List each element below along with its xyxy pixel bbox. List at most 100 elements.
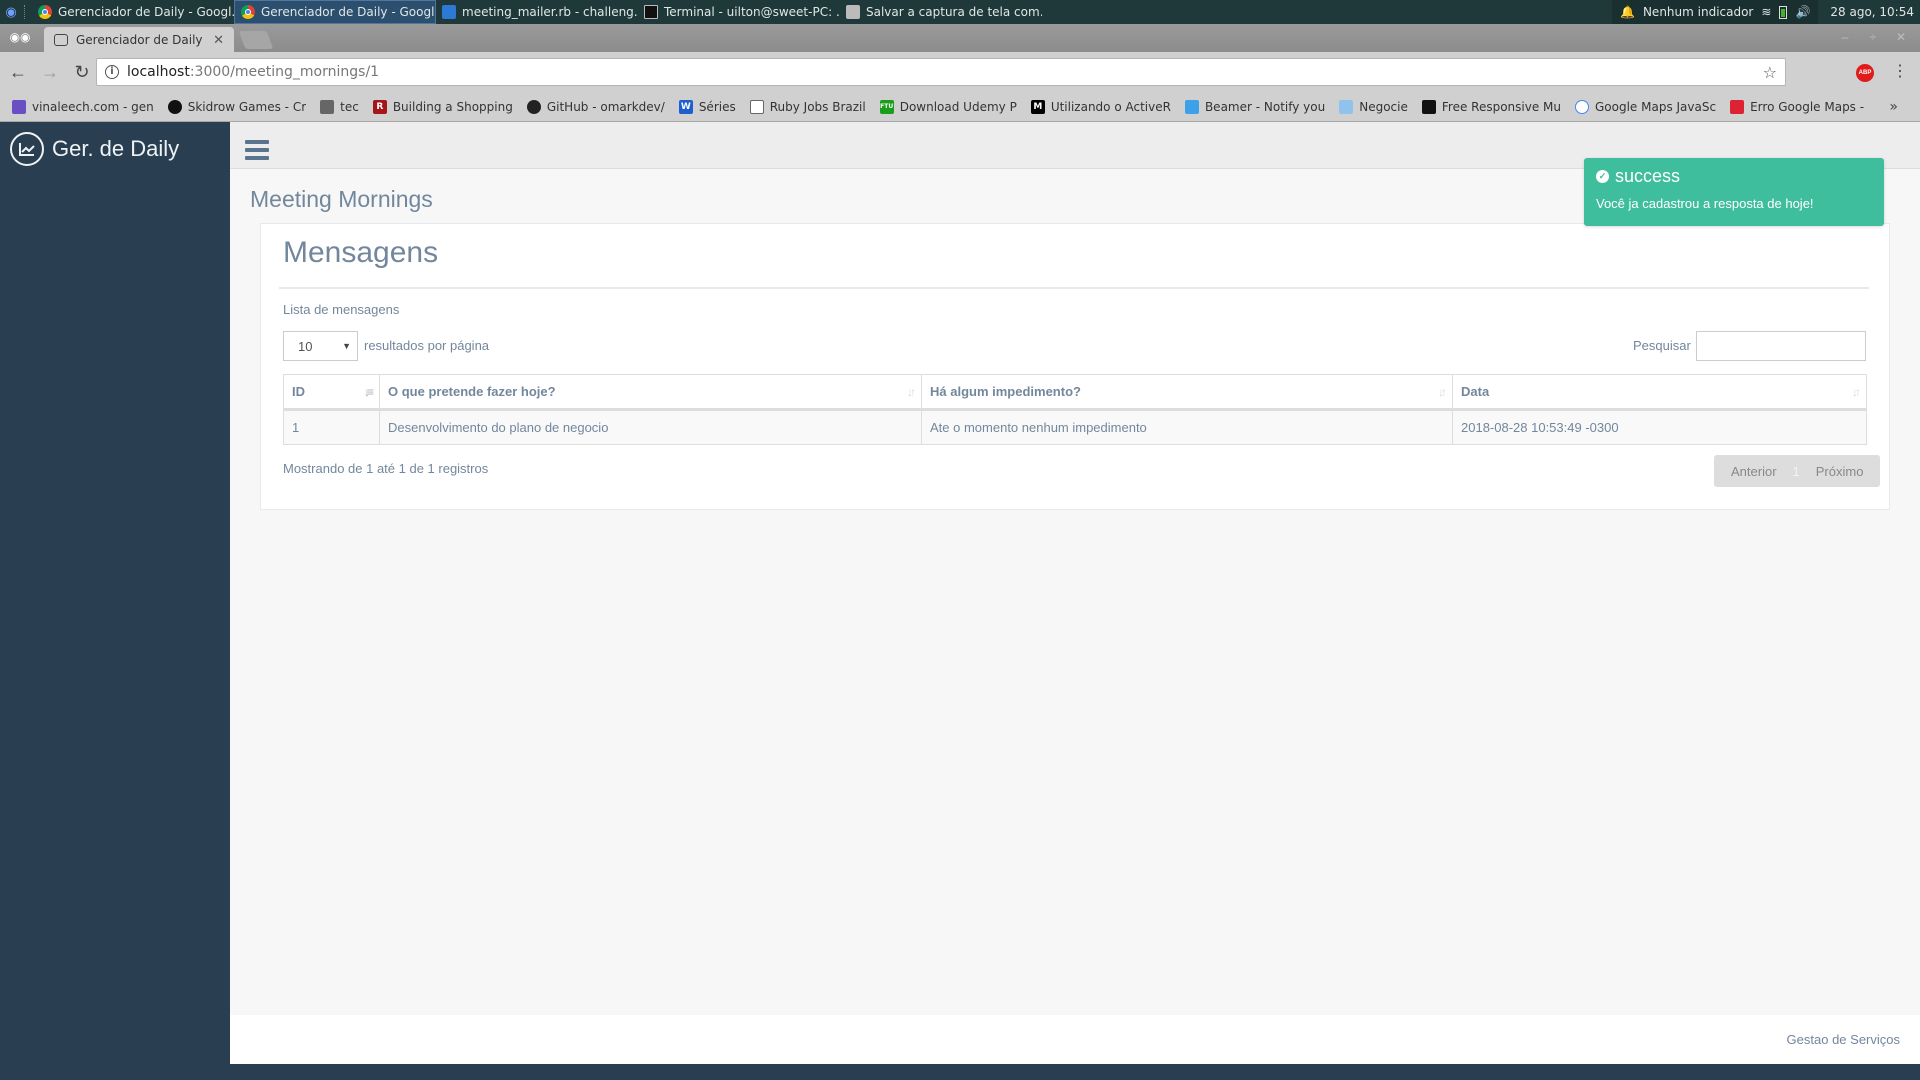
- menu-toggle-icon[interactable]: [245, 140, 269, 160]
- incognito-icon: ◉◉: [9, 30, 31, 44]
- search-label: Pesquisar: [1633, 338, 1691, 353]
- next-page-button[interactable]: Próximo: [1808, 464, 1872, 479]
- column-header-label: O que pretende fazer hoje?: [388, 384, 556, 399]
- bookmark-item[interactable]: tec: [320, 99, 359, 114]
- check-circle-icon: ✓: [1596, 170, 1609, 183]
- close-tab-icon[interactable]: ✕: [213, 33, 224, 48]
- taskbar-task-label: Gerenciador de Daily - Googl...: [58, 5, 234, 19]
- bookmark-item[interactable]: vinaleech.com - gen: [12, 99, 154, 114]
- bookmark-item[interactable]: GitHub - omarkdev/: [526, 99, 665, 114]
- more-bookmarks-button[interactable]: »: [1889, 99, 1898, 115]
- os-taskbar: ◉ Gerenciador de Daily - Googl... Gerenc…: [0, 0, 1920, 24]
- chevron-down-icon: ▼: [342, 341, 351, 351]
- bookmark-item[interactable]: Negocie: [1339, 99, 1408, 114]
- new-tab-button[interactable]: [238, 31, 274, 49]
- notification-label[interactable]: Nenhum indicador: [1643, 5, 1753, 19]
- taskbar-task[interactable]: Salvar a captura de tela com...: [840, 0, 1042, 24]
- bookmark-item[interactable]: W Séries: [678, 99, 736, 114]
- panel-title: Mensagens: [283, 236, 439, 269]
- handshake-icon: [1339, 99, 1354, 114]
- address-bar[interactable]: i localhost:3000/meeting_mornings/1 ☆: [96, 58, 1786, 86]
- brand-link[interactable]: Ger. de Daily: [10, 132, 179, 166]
- page-1-button[interactable]: 1: [1785, 464, 1808, 479]
- window-controls: – ÷ ✕: [1834, 28, 1912, 46]
- browser-tab[interactable]: Gerenciador de Daily ✕: [44, 27, 234, 53]
- sort-icon: ↓↑: [1852, 385, 1861, 399]
- taskbar-task[interactable]: Terminal - uilton@sweet-PC: ...: [638, 0, 840, 24]
- reload-button[interactable]: ↻: [68, 58, 96, 86]
- bookmark-label: Building a Shopping: [392, 99, 513, 114]
- flag-icon: [1730, 99, 1745, 114]
- bookmark-item[interactable]: Skidrow Games - Cr: [167, 99, 307, 114]
- bookmarks-bar: vinaleech.com - gen Skidrow Games - Cr tec…: [0, 92, 1920, 122]
- volume-icon[interactable]: 🔊: [1795, 5, 1810, 19]
- back-button[interactable]: ←: [4, 58, 32, 86]
- footer-text: Gestao de Serviços: [1786, 1032, 1900, 1047]
- column-header-impediment[interactable]: Há algum impedimento? ↓↑: [921, 374, 1453, 411]
- cell-plan: Desenvolvimento do plano de negocio: [379, 409, 922, 445]
- bookmark-item[interactable]: Beamer - Notify you: [1184, 99, 1326, 114]
- bookmark-label: Beamer - Notify you: [1204, 99, 1326, 114]
- sort-icon: ↓↑: [907, 385, 916, 399]
- bookmark-star-icon[interactable]: ☆: [1763, 63, 1777, 82]
- terminal-icon: [644, 5, 658, 19]
- page-length-select[interactable]: 10 ▼: [283, 331, 358, 361]
- column-header-plan[interactable]: O que pretende fazer hoje? ↓↑: [379, 374, 922, 411]
- bookmark-label: vinaleech.com - gen: [32, 99, 154, 114]
- column-header-label: ID: [292, 384, 305, 399]
- cell-date: 2018-08-28 10:53:49 -0300: [1452, 409, 1867, 445]
- url-host: localhost: [127, 64, 190, 80]
- bookmark-label: Negocie: [1359, 99, 1408, 114]
- panel-divider: [279, 287, 1869, 289]
- close-window-icon[interactable]: ✕: [1890, 28, 1912, 46]
- system-tray: 🔔 Nenhum indicador ≋ 🔊: [1612, 0, 1819, 24]
- table-row[interactable]: 1 Desenvolvimento do plano de negocio At…: [283, 409, 1867, 445]
- sidebar: Ger. de Daily: [0, 122, 230, 1080]
- site-info-icon[interactable]: i: [105, 65, 119, 79]
- bookmark-label: Skidrow Games - Cr: [187, 99, 307, 114]
- sort-icon: ↓↑: [1438, 385, 1447, 399]
- browser-menu-icon[interactable]: ⋮: [1892, 62, 1908, 82]
- sort-asc-icon: ↓≡: [363, 385, 374, 399]
- vscode-icon: [442, 5, 456, 19]
- bookmark-item[interactable]: M Utilizando o ActiveR: [1030, 99, 1171, 114]
- tab-favicon-icon: [54, 34, 68, 46]
- maximize-icon[interactable]: ÷: [1862, 28, 1884, 46]
- column-header-id[interactable]: ID ↓≡: [283, 374, 380, 411]
- app-menu-icon[interactable]: ◉: [0, 0, 22, 24]
- bookmark-item[interactable]: Google Maps JavaSc: [1575, 99, 1716, 114]
- battery-icon[interactable]: [1779, 5, 1788, 19]
- wifi-icon[interactable]: ≋: [1761, 5, 1771, 19]
- forward-button[interactable]: →: [36, 58, 64, 86]
- taskbar-task[interactable]: Gerenciador de Daily - Googl...: [32, 0, 234, 24]
- bookmark-label: Séries: [698, 99, 736, 114]
- search-input[interactable]: [1696, 331, 1866, 361]
- w-icon: W: [678, 99, 693, 114]
- bell-icon[interactable]: 🔔: [1620, 5, 1635, 19]
- bookmark-label: Erro Google Maps -: [1750, 99, 1865, 114]
- bookmark-label: GitHub - omarkdev/: [546, 99, 665, 114]
- taskbar-task-label: Gerenciador de Daily - Googl...: [261, 5, 436, 19]
- bookmark-item[interactable]: Free Responsive Mu: [1421, 99, 1561, 114]
- bookmark-item[interactable]: R Building a Shopping: [372, 99, 513, 114]
- bookmark-label: Free Responsive Mu: [1441, 99, 1561, 114]
- github-icon: [526, 99, 541, 114]
- bookmark-item[interactable]: Erro Google Maps -: [1730, 99, 1865, 114]
- adblock-icon[interactable]: ABP: [1856, 64, 1874, 82]
- previous-page-button[interactable]: Anterior: [1723, 464, 1785, 479]
- main-content: Meeting Mornings Mensagens Lista de mens…: [230, 122, 1920, 1064]
- clock[interactable]: 28 ago, 10:54: [1818, 5, 1920, 19]
- success-toast[interactable]: ✓ success Você ja cadastrou a resposta d…: [1584, 158, 1884, 226]
- bookmark-item[interactable]: FTU Download Udemy P: [879, 99, 1017, 114]
- toast-message: Você ja cadastrou a resposta de hoje!: [1596, 196, 1814, 211]
- bookmark-label: Utilizando o ActiveR: [1050, 99, 1171, 114]
- taskbar-task-active[interactable]: Gerenciador de Daily - Googl...: [234, 0, 436, 24]
- bookmark-label: Download Udemy P: [899, 99, 1017, 114]
- taskbar-task[interactable]: meeting_mailer.rb - challeng...: [436, 0, 638, 24]
- screenshot-icon: [846, 5, 860, 19]
- taskbar-separator: [24, 5, 28, 19]
- minimize-icon[interactable]: –: [1834, 28, 1856, 46]
- column-header-date[interactable]: Data ↓↑: [1452, 374, 1867, 411]
- folder-icon: [320, 99, 335, 114]
- bookmark-item[interactable]: Ruby Jobs Brazil: [749, 99, 866, 114]
